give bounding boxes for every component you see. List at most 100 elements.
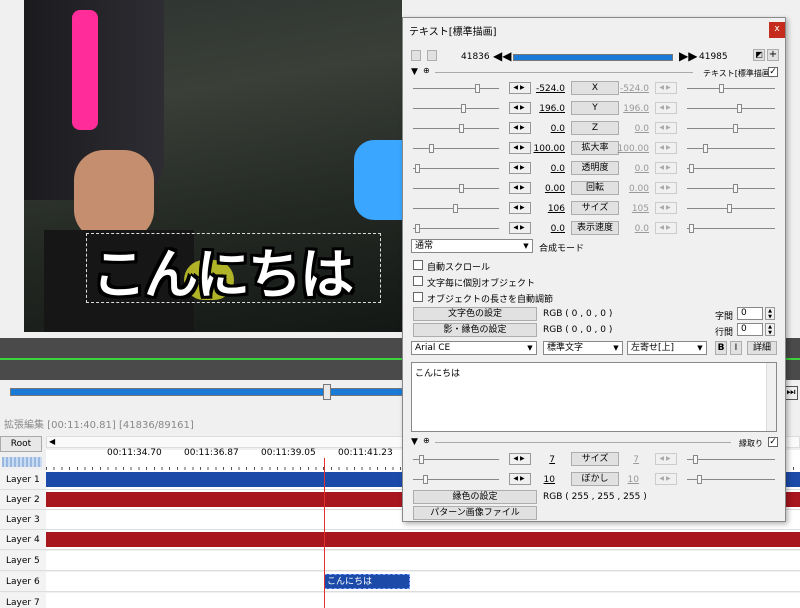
param-right-stepper[interactable]: ◀▶ xyxy=(655,162,677,174)
text-content-input[interactable]: こんにちは xyxy=(411,362,777,432)
pattern-image-button[interactable]: パターン画像ファイル xyxy=(413,506,537,520)
prev-frame-icon[interactable]: ◀◀ xyxy=(493,49,511,63)
text-color-button[interactable]: 文字色の設定 xyxy=(413,307,537,321)
timeline-zoom-gauge[interactable] xyxy=(2,457,42,467)
layer-label[interactable]: Layer 6 xyxy=(0,572,46,592)
audio-clip[interactable] xyxy=(46,532,800,547)
param-left-value[interactable]: 100.00 xyxy=(533,144,566,154)
layer-label[interactable]: Layer 1 xyxy=(0,470,46,490)
param-right-slider[interactable] xyxy=(687,184,775,193)
bold-button[interactable]: B xyxy=(715,341,727,355)
param-right-stepper[interactable]: ◀▶ xyxy=(655,222,677,234)
param-right-stepper[interactable]: ◀▶ xyxy=(655,102,677,114)
close-button[interactable]: x xyxy=(769,22,785,38)
param-left-value[interactable]: 106 xyxy=(533,204,565,214)
layer-track[interactable] xyxy=(46,593,800,608)
filter-lock-icon[interactable]: ⊕ xyxy=(423,436,430,445)
filter-left-value[interactable]: 10 xyxy=(523,475,555,485)
param-right-value[interactable]: 100.00 xyxy=(617,144,650,154)
param-button[interactable]: Z xyxy=(571,121,619,135)
param-left-slider[interactable] xyxy=(413,164,499,173)
root-button[interactable]: Root xyxy=(0,436,42,452)
param-left-stepper[interactable]: ◀▶ xyxy=(509,142,531,154)
camera-icon[interactable]: ◩ xyxy=(753,49,765,61)
filter-right-slider[interactable] xyxy=(687,475,775,484)
text-clip[interactable]: こんにちは xyxy=(324,574,410,589)
add-filter-icon[interactable]: + xyxy=(767,49,779,61)
param-right-slider[interactable] xyxy=(687,124,775,133)
param-right-value[interactable]: -524.0 xyxy=(617,84,649,94)
layer-track[interactable] xyxy=(46,530,800,550)
layer-track[interactable] xyxy=(46,551,800,571)
playhead[interactable] xyxy=(324,458,325,608)
italic-button[interactable]: I xyxy=(730,341,742,355)
text-area-scrollbar[interactable] xyxy=(766,363,776,431)
filter-left-value[interactable]: 7 xyxy=(523,455,555,465)
param-button[interactable]: 拡大率 xyxy=(571,141,619,155)
param-button[interactable]: サイズ xyxy=(571,201,619,215)
param-left-slider[interactable] xyxy=(413,84,499,93)
filter-right-slider[interactable] xyxy=(687,455,775,464)
per-char-object-checkbox[interactable] xyxy=(413,276,423,286)
layer-label[interactable]: Layer 4 xyxy=(0,530,46,550)
detail-button[interactable]: 詳細 xyxy=(747,341,777,355)
param-right-slider[interactable] xyxy=(687,224,775,233)
param-right-value[interactable]: 0.00 xyxy=(617,184,649,194)
auto-scroll-checkbox[interactable] xyxy=(413,260,423,270)
param-left-slider[interactable] xyxy=(413,184,499,193)
layer-label[interactable]: Layer 7 xyxy=(0,593,46,608)
param-left-value[interactable]: 0.0 xyxy=(533,164,565,174)
param-button[interactable]: X xyxy=(571,81,619,95)
filter-left-slider[interactable] xyxy=(413,475,499,484)
param-left-value[interactable]: -524.0 xyxy=(533,84,565,94)
line-spacing-input[interactable]: 0 xyxy=(737,323,763,336)
param-right-value[interactable]: 0.0 xyxy=(617,124,649,134)
param-button[interactable]: 表示速度 xyxy=(571,221,619,235)
blend-mode-select[interactable]: 通常 ▼ xyxy=(411,239,533,253)
collapse-icon[interactable]: ▼ xyxy=(411,67,418,77)
param-left-slider[interactable] xyxy=(413,124,499,133)
next-frame-icon[interactable]: ▶▶ xyxy=(679,49,697,63)
param-button[interactable]: 透明度 xyxy=(571,161,619,175)
param-left-stepper[interactable]: ◀▶ xyxy=(509,162,531,174)
seek-thumb[interactable] xyxy=(323,384,331,400)
param-button[interactable]: 回転 xyxy=(571,181,619,195)
layer-track[interactable] xyxy=(46,572,800,592)
param-left-slider[interactable] xyxy=(413,224,499,233)
filter-right-stepper[interactable]: ◀▶ xyxy=(655,473,677,485)
param-right-slider[interactable] xyxy=(687,164,775,173)
param-left-value[interactable]: 0.0 xyxy=(533,224,565,234)
frame-start-icon[interactable] xyxy=(411,50,421,61)
param-left-value[interactable]: 196.0 xyxy=(533,104,565,114)
filter-right-value[interactable]: 10 xyxy=(607,475,639,485)
layer-label[interactable]: Layer 2 xyxy=(0,490,46,510)
filter-collapse-icon[interactable]: ▼ xyxy=(411,437,418,447)
param-right-slider[interactable] xyxy=(687,144,775,153)
alignment-select[interactable]: 左寄せ[上] ▼ xyxy=(627,341,707,355)
param-right-value[interactable]: 105 xyxy=(617,204,649,214)
param-right-stepper[interactable]: ◀▶ xyxy=(655,182,677,194)
layer-label[interactable]: Layer 3 xyxy=(0,510,46,530)
param-right-value[interactable]: 196.0 xyxy=(617,104,649,114)
param-right-slider[interactable] xyxy=(687,204,775,213)
caption-text[interactable]: こんにちは xyxy=(92,230,354,309)
param-left-stepper[interactable]: ◀▶ xyxy=(509,82,531,94)
char-spacing-spinner[interactable]: ▲ ▼ xyxy=(765,307,775,320)
param-right-value[interactable]: 0.0 xyxy=(617,164,649,174)
param-left-stepper[interactable]: ◀▶ xyxy=(509,102,531,114)
param-right-stepper[interactable]: ◀▶ xyxy=(655,202,677,214)
text-style-select[interactable]: 標準文字 ▼ xyxy=(543,341,623,355)
filter-right-value[interactable]: 7 xyxy=(607,455,639,465)
param-right-stepper[interactable]: ◀▶ xyxy=(655,142,677,154)
scroll-left-icon[interactable]: ◀ xyxy=(49,437,55,446)
layer-label[interactable]: Layer 5 xyxy=(0,551,46,571)
shadow-color-button[interactable]: 影・縁色の設定 xyxy=(413,323,537,337)
param-left-slider[interactable] xyxy=(413,104,499,113)
param-right-stepper[interactable]: ◀▶ xyxy=(655,82,677,94)
param-left-stepper[interactable]: ◀▶ xyxy=(509,122,531,134)
param-left-slider[interactable] xyxy=(413,144,499,153)
param-left-stepper[interactable]: ◀▶ xyxy=(509,182,531,194)
filter-enabled-checkbox[interactable]: ✓ xyxy=(768,437,778,447)
frame-end-icon[interactable] xyxy=(427,50,437,61)
param-button[interactable]: Y xyxy=(571,101,619,115)
